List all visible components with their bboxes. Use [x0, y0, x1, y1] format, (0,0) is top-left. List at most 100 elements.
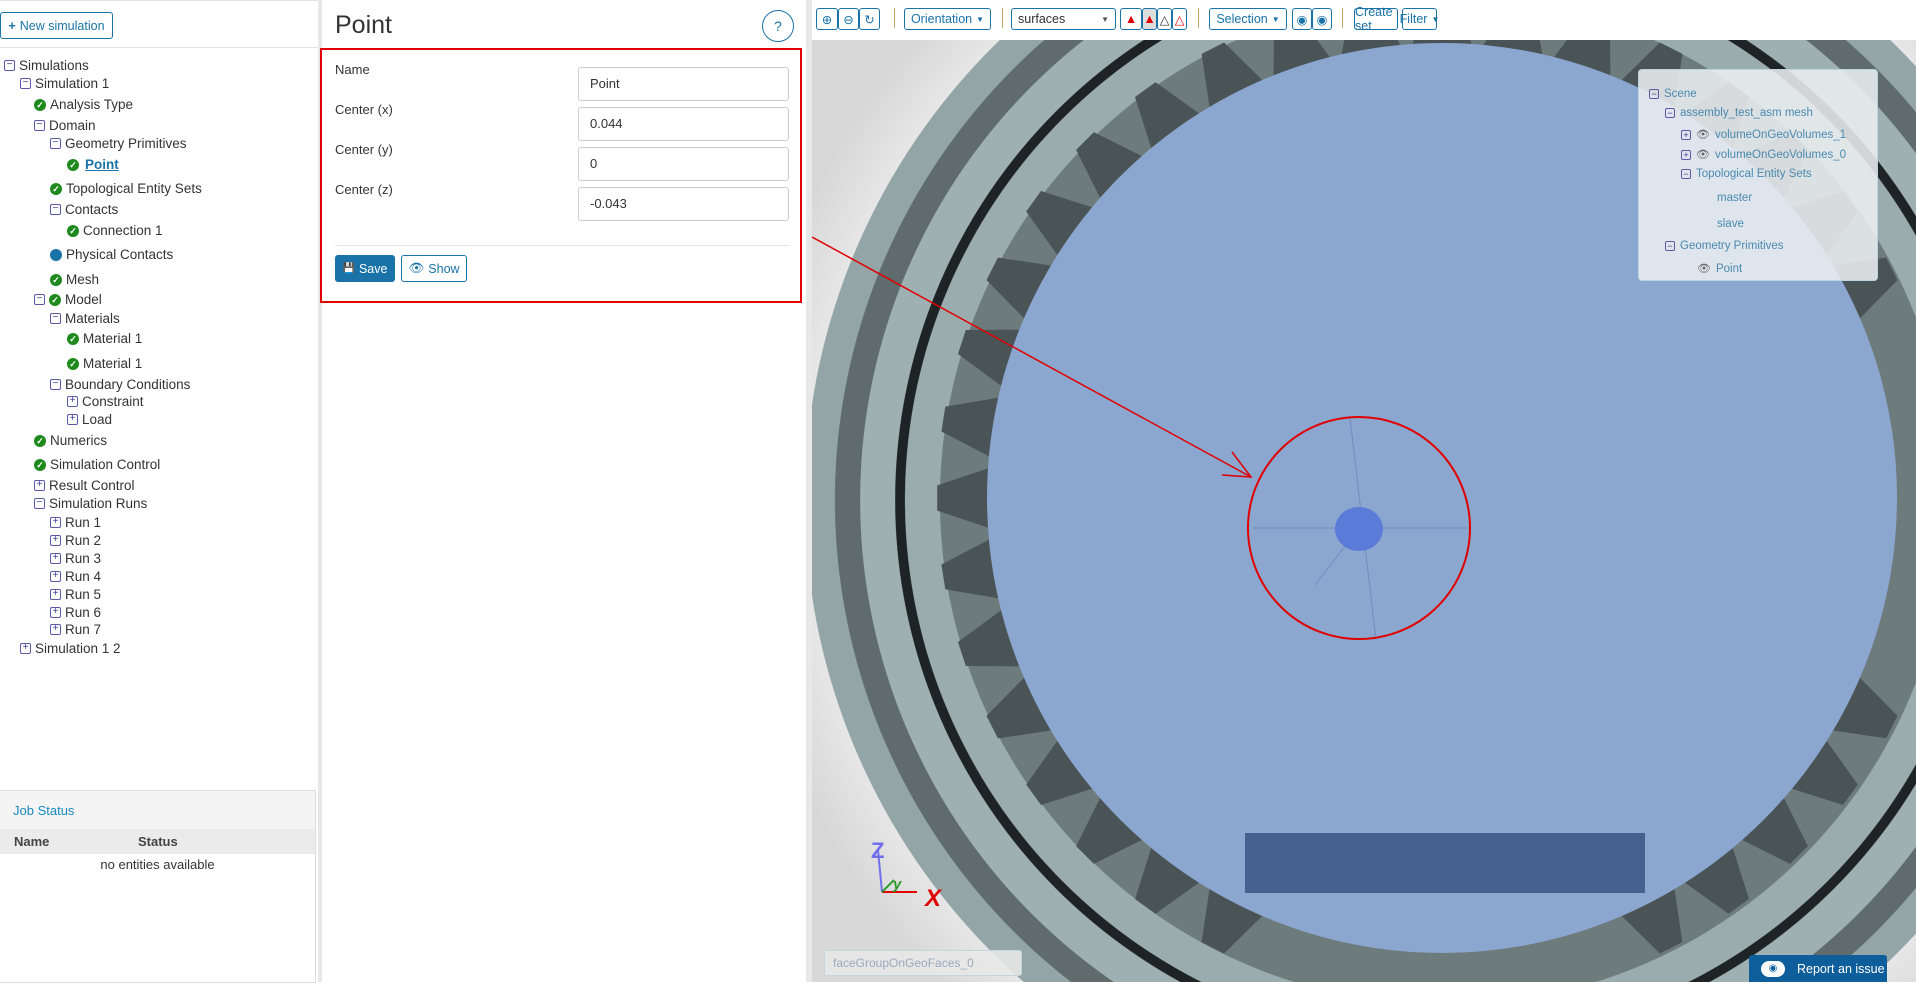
report-issue-button[interactable]: ◉ Report an issue — [1749, 955, 1887, 982]
tree-item[interactable]: + Simulation 1 2 — [20, 641, 121, 656]
orientation-dropdown[interactable]: Orientation ▼ — [904, 8, 991, 30]
scene-item-label: assembly_test_asm mesh — [1680, 107, 1813, 119]
check-circle-icon: ✓ — [34, 434, 46, 447]
reset-view-button[interactable]: ↻ — [859, 8, 880, 30]
collapse-icon: − — [50, 379, 61, 390]
tree-item[interactable]: + Run 5 — [50, 587, 101, 602]
help-button[interactable]: ? — [762, 10, 794, 42]
tree-item[interactable]: + Load — [67, 412, 112, 427]
check-circle-icon: ✓ — [34, 458, 46, 471]
tree-item[interactable]: ✓ Analysis Type — [34, 97, 133, 112]
scene-item[interactable]: + 👁 volumeOnGeoVolumes_0 — [1681, 148, 1846, 161]
tree-item[interactable]: − ✓ Model — [34, 292, 102, 307]
tree-item[interactable]: ✓ Material 1 — [67, 331, 142, 346]
filter-dropdown[interactable]: Filter ▼ — [1400, 8, 1440, 30]
tree-item-label: Run 1 — [65, 515, 102, 530]
expand-icon[interactable]: + — [1681, 129, 1691, 140]
tree-item[interactable]: ✓ Topological Entity Sets — [50, 181, 202, 196]
tree-item[interactable]: ✓ Numerics — [34, 433, 107, 448]
column-header-status[interactable]: Status — [138, 834, 178, 849]
tree-item[interactable]: + Run 7 — [50, 622, 101, 637]
tree-item[interactable]: + Run 6 — [50, 605, 101, 620]
tree-item[interactable]: Physical Contacts — [50, 247, 173, 262]
scene-item[interactable]: − assembly_test_asm mesh — [1665, 107, 1813, 119]
center-z-input[interactable]: -0.043 — [578, 187, 789, 221]
tree-item[interactable]: + Result Control — [34, 478, 135, 493]
expand-icon: + — [50, 624, 61, 635]
status-dot-icon — [50, 248, 62, 261]
scene-item[interactable]: − Scene — [1649, 88, 1697, 100]
scene-item[interactable]: − Geometry Primitives — [1665, 240, 1784, 252]
eye-icon[interactable]: 👁 — [1697, 262, 1711, 275]
render-mode-select[interactable]: surfaces ▼ — [1011, 8, 1116, 30]
tree-item[interactable]: − Geometry Primitives — [50, 136, 187, 151]
scene-item[interactable]: − Topological Entity Sets — [1681, 168, 1812, 180]
tree-item[interactable]: ✓ Material 1 — [67, 356, 142, 371]
tree-item[interactable]: ✓ Simulation Control — [34, 457, 160, 472]
tree-item[interactable]: − Materials — [50, 311, 120, 326]
zoom-out-button[interactable]: ⊖ — [838, 8, 859, 30]
tree-item-label: Run 6 — [65, 605, 102, 620]
new-simulation-button[interactable]: + New simulation — [0, 12, 113, 39]
tree-item-label: Boundary Conditions — [65, 377, 191, 392]
eye-icon[interactable]: 👁 — [1696, 128, 1710, 141]
zoom-in-button[interactable]: ⊕ — [816, 8, 838, 30]
scene-item[interactable]: master — [1717, 192, 1752, 204]
tree-item[interactable]: + Run 2 — [50, 533, 101, 548]
field-label: Center (z) — [335, 182, 393, 197]
caret-down-icon: ▼ — [1431, 14, 1440, 24]
tree-item[interactable]: + Run 3 — [50, 551, 101, 566]
scene-item[interactable]: + 👁 volumeOnGeoVolumes_1 — [1681, 128, 1846, 141]
hover-entity-label: faceGroupOnGeoFaces_0 — [824, 950, 1022, 976]
axis-z-label: Z — [871, 838, 885, 863]
points-button[interactable]: △ — [1172, 8, 1187, 30]
scene-item[interactable]: slave — [1717, 218, 1744, 230]
expand-icon[interactable]: + — [1681, 149, 1691, 160]
tree-item[interactable]: − Boundary Conditions — [50, 377, 190, 392]
check-circle-icon: ✓ — [67, 357, 79, 370]
selection-dropdown[interactable]: Selection ▼ — [1209, 8, 1287, 30]
viewer-toolbar: ⊕ ⊖ ↻ Orientation ▼ surfaces ▼ ▲ ▲ △ △ Sel… — [812, 0, 1916, 40]
center-y-input[interactable]: 0 — [578, 147, 789, 181]
show-button[interactable]: 👁 Show — [401, 255, 467, 282]
tree-item[interactable]: + Run 1 — [50, 515, 101, 530]
tree-item[interactable]: ✓ Mesh — [50, 272, 99, 287]
column-header-name[interactable]: Name — [14, 834, 49, 849]
collapse-icon: − — [50, 313, 61, 324]
scene-item-label: Scene — [1664, 88, 1697, 100]
solid-surface-button[interactable]: ▲ — [1120, 8, 1142, 30]
wireframe-icon: △ — [1159, 12, 1170, 27]
job-status-title: Job Status — [0, 791, 315, 829]
tree-item[interactable]: − Domain — [34, 118, 96, 133]
collapse-icon: − — [34, 120, 45, 131]
tree-item[interactable]: ✓ Connection 1 — [67, 223, 163, 238]
save-button[interactable]: 💾 Save — [335, 255, 395, 282]
tree-item-label: Run 4 — [65, 569, 102, 584]
name-input[interactable]: Point — [578, 67, 789, 101]
scene-item-label: master — [1717, 192, 1753, 204]
collapse-icon[interactable]: − — [1665, 241, 1675, 251]
wireframe-button[interactable]: △ — [1157, 8, 1172, 30]
create-set-button[interactable]: Create set — [1354, 5, 1398, 33]
show-all-button[interactable]: ◉ — [1312, 8, 1332, 30]
tree-item[interactable]: − Contacts — [50, 202, 118, 217]
scene-item-label: Topological Entity Sets — [1696, 168, 1812, 180]
collapse-icon[interactable]: − — [1649, 89, 1659, 99]
tree-item[interactable]: + Run 4 — [50, 569, 101, 584]
scene-item-label: Point — [1715, 262, 1743, 275]
tree-item[interactable]: + Constraint — [67, 394, 144, 409]
scene-item-label: volumeOnGeoVolumes_1 — [1714, 128, 1847, 141]
collapse-icon[interactable]: − — [1665, 108, 1675, 118]
tree-item[interactable]: − Simulation Runs — [34, 496, 147, 511]
point-marker — [1335, 507, 1383, 551]
scene-item[interactable]: 👁 Point — [1697, 262, 1743, 276]
tree-item[interactable]: − Simulation 1 — [20, 76, 109, 91]
hide-button[interactable]: ◉ — [1292, 8, 1312, 30]
center-x-input[interactable]: 0.044 — [578, 107, 789, 141]
scene-item-label: volumeOnGeoVolumes_0 — [1714, 148, 1847, 161]
tree-item[interactable]: ✓ Point — [67, 157, 119, 172]
eye-icon[interactable]: 👁 — [1696, 148, 1710, 161]
surface-edges-button[interactable]: ▲ — [1142, 8, 1157, 30]
tree-item[interactable]: − Simulations — [4, 58, 89, 73]
collapse-icon[interactable]: − — [1681, 169, 1691, 179]
